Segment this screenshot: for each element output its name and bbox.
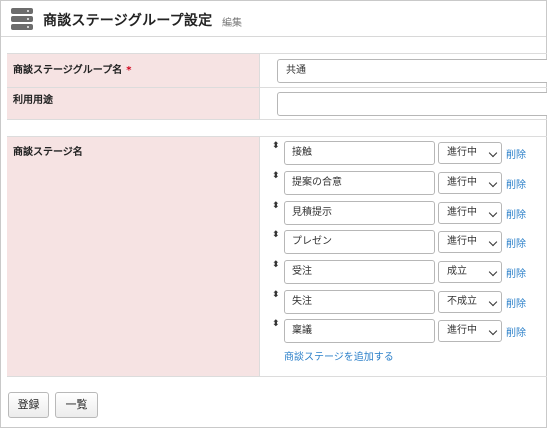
stage-status-select[interactable]: 進行中 [438, 320, 502, 342]
chevron-down-icon [488, 178, 498, 188]
stage-status-select[interactable]: 不成立 [438, 291, 502, 313]
stages-label-cell: 商談ステージ名 [7, 137, 260, 376]
stage-name-input[interactable]: 見積提示 [284, 201, 435, 225]
list-button[interactable]: 一覧 [55, 392, 98, 418]
stage-name-input[interactable]: 受注 [284, 260, 435, 284]
delete-link[interactable]: 削除 [506, 146, 526, 161]
drag-handle-icon[interactable]: ⬍ [272, 319, 280, 329]
stage-status-value: 進行中 [447, 325, 477, 336]
drag-handle-icon[interactable]: ⬍ [272, 201, 280, 211]
stage-name-input[interactable]: 提案の合意 [284, 171, 435, 195]
drag-handle-icon[interactable]: ⬍ [272, 260, 280, 270]
required-mark: * [126, 65, 132, 76]
usage-label-cell: 利用用途 [7, 88, 260, 119]
group-name-input[interactable]: 共通 [277, 59, 547, 83]
chevron-down-icon [488, 208, 498, 218]
page-subtitle: 編集 [222, 18, 242, 29]
stage-status-select[interactable]: 進行中 [438, 172, 502, 194]
group-name-row: 商談ステージグループ名 * 共通 [7, 54, 547, 88]
stage-status-select[interactable]: 進行中 [438, 231, 502, 253]
delete-link[interactable]: 削除 [506, 235, 526, 250]
stage-name-input[interactable]: プレゼン [284, 230, 435, 254]
stage-status-value: 進行中 [447, 236, 477, 247]
delete-link[interactable]: 削除 [506, 295, 526, 310]
delete-link[interactable]: 削除 [506, 206, 526, 221]
stage-item: ⬍ 稟議 進行中 削除 [272, 319, 542, 343]
drag-handle-icon[interactable]: ⬍ [272, 230, 280, 240]
stage-item: ⬍ 接触 進行中 削除 [272, 141, 542, 165]
stage-name-input[interactable]: 接触 [284, 141, 435, 165]
stage-status-select[interactable]: 進行中 [438, 142, 502, 164]
group-name-label-cell: 商談ステージグループ名 * [7, 54, 260, 87]
usage-input[interactable] [277, 92, 547, 116]
chevron-down-icon [488, 148, 498, 158]
stage-status-value: 成立 [447, 266, 467, 277]
group-name-label: 商談ステージグループ名 [13, 65, 123, 76]
stage-item: ⬍ 失注 不成立 削除 [272, 290, 542, 314]
chevron-down-icon [488, 237, 498, 247]
stage-status-value: 進行中 [447, 147, 477, 158]
stage-name-input[interactable]: 失注 [284, 290, 435, 314]
delete-link[interactable]: 削除 [506, 324, 526, 339]
chevron-down-icon [488, 326, 498, 336]
stage-status-value: 進行中 [447, 177, 477, 188]
page-frame: 商談ステージグループ設定 編集 商談ステージグループ名 * 共通 利用用途 商談ス… [0, 0, 547, 428]
stages-label: 商談ステージ名 [13, 147, 83, 158]
chevron-down-icon [488, 297, 498, 307]
page-title: 商談ステージグループ設定 [43, 13, 213, 29]
stage-item: ⬍ 提案の合意 進行中 削除 [272, 171, 542, 195]
usage-row: 利用用途 [7, 88, 547, 120]
stage-item: ⬍ 受注 成立 削除 [272, 260, 542, 284]
stage-name-input[interactable]: 稟議 [284, 319, 435, 343]
drag-handle-icon[interactable]: ⬍ [272, 171, 280, 181]
database-icon [11, 8, 33, 30]
stage-status-value: 進行中 [447, 207, 477, 218]
delete-link[interactable]: 削除 [506, 265, 526, 280]
drag-handle-icon[interactable]: ⬍ [272, 290, 280, 300]
stage-status-select[interactable]: 成立 [438, 261, 502, 283]
drag-handle-icon[interactable]: ⬍ [272, 141, 280, 151]
basic-info-table: 商談ステージグループ名 * 共通 利用用途 [7, 53, 547, 120]
delete-link[interactable]: 削除 [506, 176, 526, 191]
page-header: 商談ステージグループ設定 編集 [1, 1, 546, 37]
stage-item: ⬍ 見積提示 進行中 削除 [272, 201, 542, 225]
stage-status-select[interactable]: 進行中 [438, 202, 502, 224]
stage-status-value: 不成立 [447, 296, 477, 307]
usage-label: 利用用途 [13, 95, 53, 106]
add-stage-link[interactable]: 商談ステージを追加する [284, 348, 394, 363]
chevron-down-icon [488, 267, 498, 277]
stage-item: ⬍ プレゼン 進行中 削除 [272, 230, 542, 254]
register-button[interactable]: 登録 [8, 392, 49, 418]
